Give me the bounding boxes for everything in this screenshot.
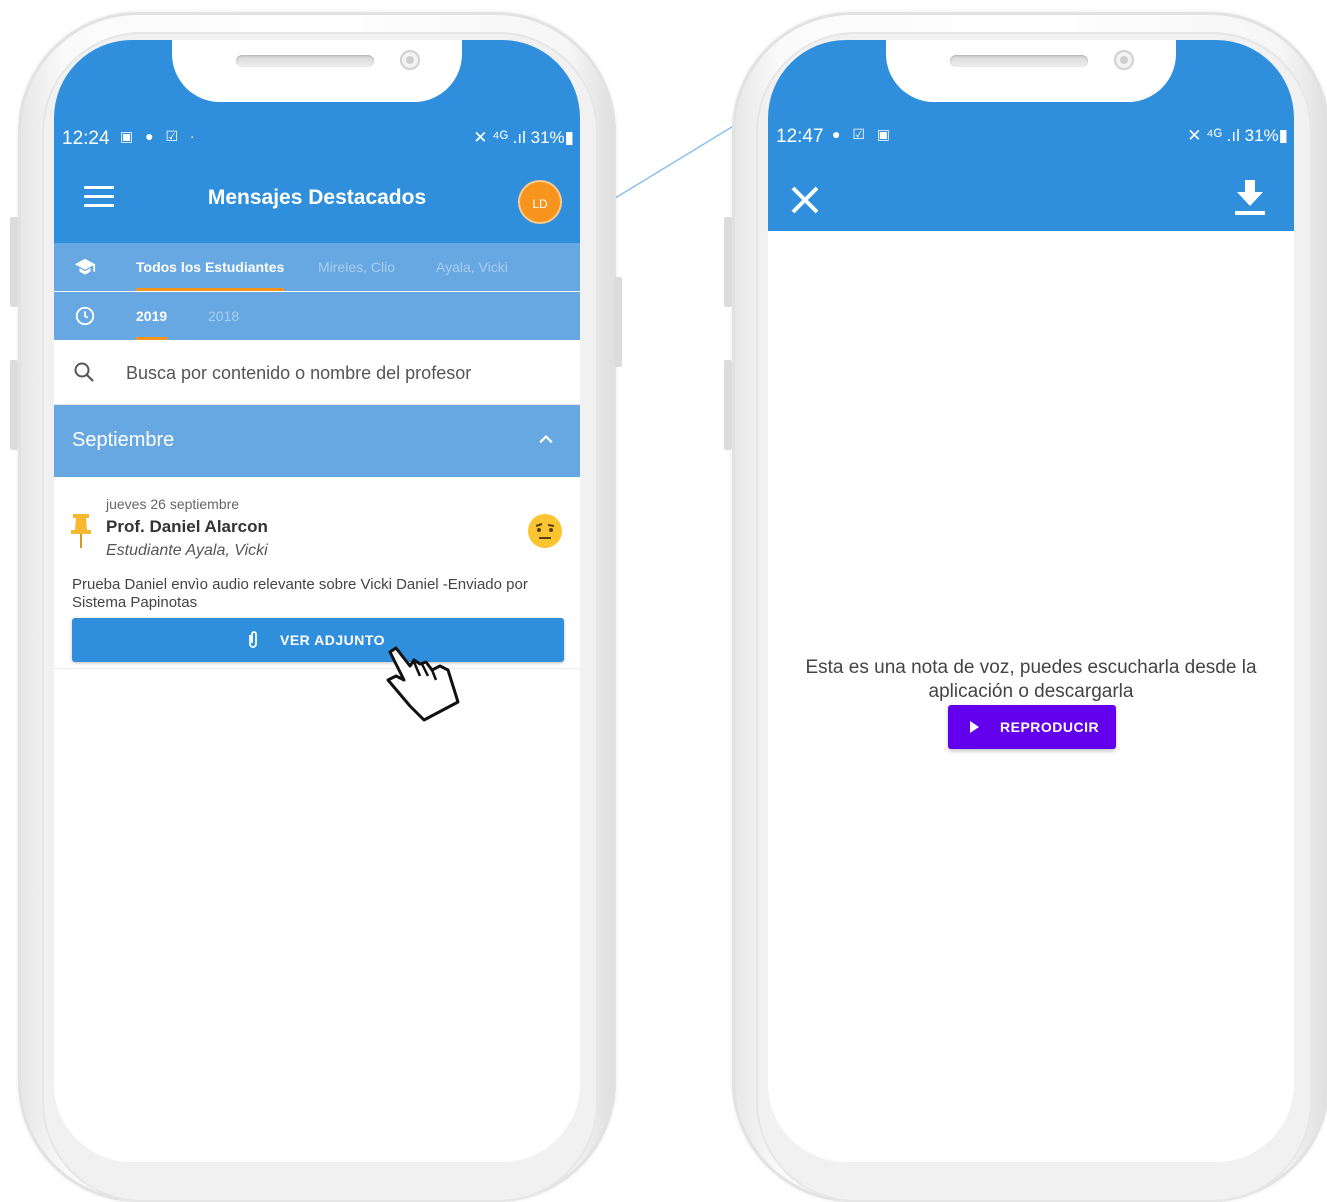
speaker: [950, 55, 1088, 67]
hand-pointer-icon: [386, 646, 460, 722]
avatar[interactable]: LD: [518, 180, 562, 224]
view-attachment-label: VER ADJUNTO: [280, 632, 386, 648]
message-date: jueves 26 septiembre: [106, 496, 240, 512]
raised-eyebrow-emoji-icon[interactable]: [528, 514, 562, 548]
camera: [1114, 50, 1134, 70]
status-time: 12:24: [62, 128, 110, 149]
system-icons: ✕ ⁴ᴳ .ıl 31%▮: [473, 128, 574, 147]
teacher-name: Prof. Daniel Alarcon: [106, 517, 268, 536]
power-button: [614, 277, 622, 367]
status-bar: 12:24 ▣ ● ☑ · ✕ ⁴ᴳ .ıl 31%▮: [54, 126, 580, 156]
search-icon: [74, 362, 94, 382]
voice-note-message: Esta es una nota de voz, puedes escuchar…: [805, 657, 1257, 702]
message-card[interactable]: jueves 26 septiembre Prof. Daniel Alarco…: [54, 480, 580, 669]
volume-button: [724, 217, 732, 307]
view-attachment-button[interactable]: VER ADJUNTO: [72, 618, 564, 662]
system-icons: ✕ ⁴ᴳ .ıl 31%▮: [1187, 126, 1288, 145]
notch: [172, 40, 462, 102]
tab-2019[interactable]: 2019: [136, 292, 168, 340]
page-title: Mensajes Destacados: [207, 186, 427, 209]
message-body: Prueba Daniel envìo audio relevante sobr…: [72, 576, 528, 611]
tab-todos-los-estudiantes[interactable]: Todos los Estudiantes: [136, 243, 285, 291]
chevron-up-icon[interactable]: [536, 429, 556, 449]
close-icon[interactable]: [788, 183, 822, 217]
screen-left: 12:24 ▣ ● ☑ · ✕ ⁴ᴳ .ıl 31%▮ Mensajes Des…: [54, 40, 580, 1162]
screen-right: 12:47 ● ☑ ▣ ✕ ⁴ᴳ .ıl 31%▮ Esta es una no…: [768, 40, 1294, 1162]
phone-frame-right: 12:47 ● ☑ ▣ ✕ ⁴ᴳ .ıl 31%▮ Esta es una no…: [724, 12, 1327, 1202]
tab-2018[interactable]: 2018: [208, 292, 239, 340]
status-time: 12:47: [776, 126, 824, 147]
section-title: Septiembre: [72, 429, 175, 451]
tab-mireles-clio[interactable]: Mireles, Clio: [318, 243, 395, 291]
clock-icon: [74, 305, 96, 327]
volume-button: [724, 360, 732, 450]
student-tabs: Todos los Estudiantes Mireles, Clio Ayal…: [54, 243, 580, 291]
play-button[interactable]: REPRODUCIR: [948, 705, 1116, 749]
notch: [886, 40, 1176, 102]
download-icon[interactable]: [1232, 178, 1268, 218]
volume-button: [10, 360, 18, 450]
status-bar: 12:47 ● ☑ ▣ ✕ ⁴ᴳ .ıl 31%▮: [768, 124, 1294, 154]
paperclip-icon: [249, 631, 257, 648]
graduation-cap-icon: [74, 256, 96, 278]
search-input[interactable]: [124, 354, 558, 392]
section-header-septiembre[interactable]: Septiembre: [54, 405, 580, 477]
camera: [400, 50, 420, 70]
phone-frame-left: 12:24 ▣ ● ☑ · ✕ ⁴ᴳ .ıl 31%▮ Mensajes Des…: [10, 12, 622, 1202]
speaker: [236, 55, 374, 67]
search-bar: [54, 340, 580, 405]
notification-icons: ▣ ● ☑ ·: [120, 128, 199, 144]
year-tabs: 2019 2018: [54, 292, 580, 340]
pin-icon: [71, 514, 91, 548]
play-label: REPRODUCIR: [1000, 719, 1100, 735]
student-name: Estudiante Ayala, Vicki: [106, 542, 268, 559]
volume-button: [10, 217, 18, 307]
play-icon: [970, 721, 979, 733]
tab-ayala-vicki[interactable]: Ayala, Vicki: [436, 243, 508, 291]
notification-icons: ● ☑ ▣: [832, 126, 895, 142]
